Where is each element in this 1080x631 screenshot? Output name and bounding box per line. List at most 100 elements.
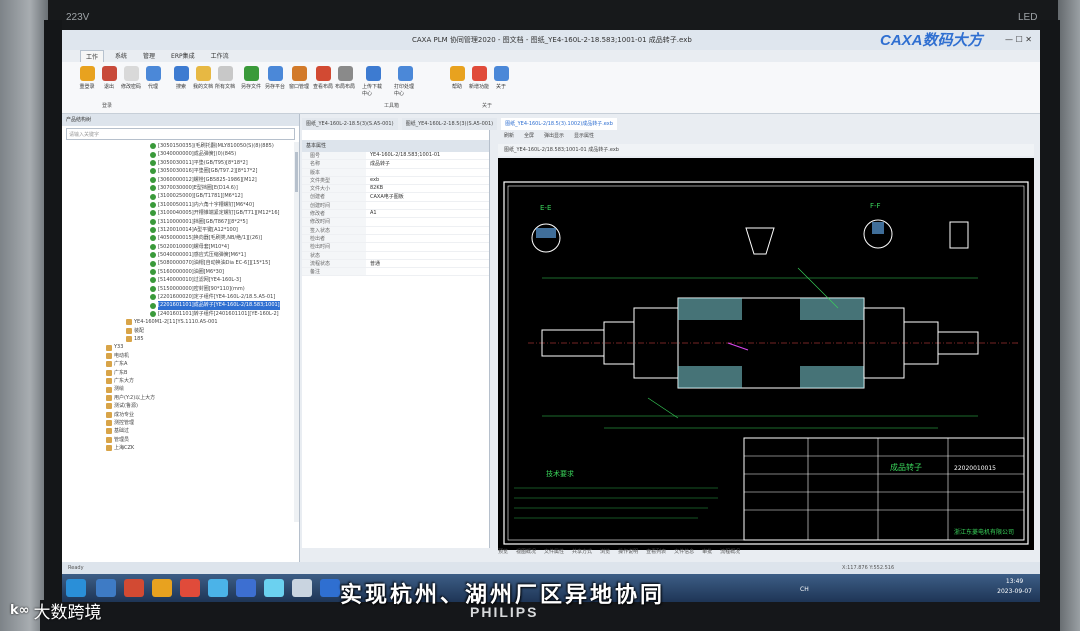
- app-icon[interactable]: [208, 579, 228, 597]
- bottom-tab[interactable]: 共享方式: [572, 548, 592, 560]
- window-controls[interactable]: — ☐ ✕: [1005, 30, 1032, 50]
- tree-node[interactable]: 上海CZK: [62, 444, 299, 452]
- tree-node[interactable]: 测控管理: [62, 419, 299, 427]
- ribbon-button[interactable]: 查看布局: [312, 66, 334, 90]
- folder-icon: [106, 436, 112, 443]
- ribbon-button[interactable]: 我的文档: [192, 66, 214, 90]
- ribbon-button[interactable]: 另存平台: [264, 66, 286, 90]
- bottom-tab[interactable]: 文件信息: [674, 548, 694, 560]
- folder-icon[interactable]: [152, 579, 172, 597]
- tree-node[interactable]: [3100050011]内六角十字槽螺钉[M6*40]: [62, 201, 299, 209]
- ribbon-tab[interactable]: 工作: [80, 50, 105, 62]
- ribbon-button[interactable]: 关于: [490, 66, 512, 90]
- tree-node-label: [3110000001]挡圈[GB/T867][8*2*5]: [158, 218, 248, 225]
- tree-node[interactable]: [5080000070]油帽[自动换油Dia EC-6]][15*15]: [62, 259, 299, 267]
- tree-node[interactable]: 基础过: [62, 427, 299, 435]
- tree-node[interactable]: [3050030011]平垫(GB/T95)[8*18*2]: [62, 159, 299, 167]
- ribbon-tab[interactable]: 系统: [110, 50, 132, 62]
- search-input[interactable]: 请输入关键字: [66, 128, 295, 140]
- tree-node[interactable]: [5160000000]油圈[M6*30]: [62, 268, 299, 276]
- tree-node[interactable]: [3050150035](毛刷托翻)MLY810050(S)(8)(885): [62, 142, 299, 150]
- tree-node[interactable]: [3060000012]螺栓[GB5825-1986][M12]: [62, 176, 299, 184]
- tree-node-label: [5040000001]感应式压缩弹簧[M6*1]: [158, 252, 246, 259]
- app-icon[interactable]: [264, 579, 284, 597]
- start-icon[interactable]: [66, 579, 86, 597]
- word-icon[interactable]: [236, 579, 256, 597]
- bottom-tab[interactable]: 浏览: [600, 548, 610, 560]
- ribbon-button[interactable]: 搜索: [170, 66, 192, 90]
- tree-node[interactable]: 广东B: [62, 369, 299, 377]
- tree-node[interactable]: [3120010014]A型平键[A12*100]: [62, 226, 299, 234]
- tree-node[interactable]: [3110000001]挡圈[GB/T867][8*2*5]: [62, 218, 299, 226]
- lang-indicator[interactable]: CH: [800, 586, 809, 593]
- tree-node[interactable]: 用户(Y:2)以上大方: [62, 394, 299, 402]
- tree-node[interactable]: 185: [62, 335, 299, 343]
- tree-node[interactable]: 电动机: [62, 352, 299, 360]
- ribbon-button[interactable]: 新增功能: [468, 66, 490, 90]
- app-icon[interactable]: [320, 579, 340, 597]
- ribbon-button[interactable]: 布局布局: [334, 66, 356, 90]
- ribbon-tab[interactable]: 管理: [138, 50, 160, 62]
- clock[interactable]: 13:49 2023-09-07: [997, 577, 1032, 597]
- bottom-tab[interactable]: 文件属性: [544, 548, 564, 560]
- tree-node[interactable]: 管理员: [62, 436, 299, 444]
- tree-node[interactable]: [3100025000][GB/T1781][M6*12]: [62, 192, 299, 200]
- detail-view: [745, 227, 775, 255]
- document-tab[interactable]: 图纸_YE4-160L-2-18.5(3)(S.A5-001): [302, 118, 398, 130]
- tree-node[interactable]: 广东A: [62, 360, 299, 368]
- tree-node[interactable]: 测试(鲁源): [62, 402, 299, 410]
- tree-node-label: 用户(Y:2)以上大方: [114, 394, 156, 401]
- tree-node[interactable]: Y33: [62, 343, 299, 351]
- tree-node[interactable]: [5020010000]螺母套[M10*4]: [62, 243, 299, 251]
- tree-node-label: [5150000000]密封圈[90*110](mm): [158, 285, 245, 292]
- tree-node[interactable]: 测绘: [62, 385, 299, 393]
- viewer-file-tab[interactable]: 图纸_YE4-160L-2/18.583;1001-01 成品转子.exb: [498, 144, 1034, 156]
- ribbon-button[interactable]: 代理: [142, 66, 164, 90]
- tree-node[interactable]: 成功专业: [62, 411, 299, 419]
- ribbon-tab[interactable]: 工作流: [206, 50, 234, 62]
- tree-node[interactable]: [3100040005]开槽锥端紧定螺钉[GB/T71][M12*16]: [62, 209, 299, 217]
- browser-icon[interactable]: [96, 579, 116, 597]
- tree-node[interactable]: 广东大方: [62, 377, 299, 385]
- document-tab[interactable]: 图纸_YE4-160L-2/18.5(3).1002)成品转子.exb: [501, 118, 617, 130]
- document-tab[interactable]: 图纸_YE4-160L-2-18.5(3)(S.A5-001): [401, 118, 498, 130]
- ribbon-button[interactable]: 窗口管理: [288, 66, 310, 90]
- tree-node[interactable]: [2201600020]定子组件[YE4-160L-2/18.5.A5-01]: [62, 293, 299, 301]
- bottom-tab[interactable]: 流程概况: [720, 548, 740, 560]
- viewer-tool-button[interactable]: 显示属性: [574, 132, 594, 143]
- ribbon-button[interactable]: 帮助: [446, 66, 468, 90]
- ribbon-button[interactable]: 打印处理中心: [394, 66, 416, 97]
- tree-node[interactable]: [2401601101]转子组件[2401601101][YE-160L-2]: [62, 310, 299, 318]
- ribbon-tab[interactable]: ERP集成: [166, 50, 200, 62]
- viewer-tool-button[interactable]: 刷新: [504, 132, 514, 143]
- bottom-tab[interactable]: 操作说明: [618, 548, 638, 560]
- caxa-task-icon[interactable]: [292, 579, 312, 597]
- ribbon-button[interactable]: 所有文档: [214, 66, 236, 90]
- app-icon[interactable]: [124, 579, 144, 597]
- tree-node[interactable]: [5140000010]过滤网[YE4-160L-3]: [62, 276, 299, 284]
- tree-node[interactable]: [5150000000]密封圈[90*110](mm): [62, 285, 299, 293]
- ribbon-button[interactable]: 修改密码: [120, 66, 142, 90]
- tree-node[interactable]: [4050000015]换向器[毛刷类,NB/绝/1][(26)]: [62, 234, 299, 242]
- tree-node[interactable]: 装配: [62, 327, 299, 335]
- bottom-tab[interactable]: 查看列表: [646, 548, 666, 560]
- tree-scrollbar[interactable]: [294, 142, 299, 522]
- drawing-viewer[interactable]: E-E F-F 技术要求 成品转子 22020010015 浙江东菱电机有限公司: [498, 158, 1034, 550]
- ribbon-button[interactable]: 退出: [98, 66, 120, 90]
- ribbon-button[interactable]: 上传下载中心: [362, 66, 384, 97]
- tree-node[interactable]: [2201601101]成品转子[YE4-160L-2/18.583;1001]: [62, 301, 299, 310]
- tree-node[interactable]: [3070030000]E型挡圈[E(D14.6)]: [62, 184, 299, 192]
- ribbon-button[interactable]: 另存文件: [240, 66, 262, 90]
- tree-node[interactable]: [5040000001]感应式压缩弹簧[M6*1]: [62, 251, 299, 259]
- ribbon-button[interactable]: 重登录: [76, 66, 98, 90]
- bottom-tab[interactable]: 视图概况: [516, 548, 536, 560]
- tree-node[interactable]: YE4-160M1-2[11]YS.1110.A5-001: [62, 318, 299, 326]
- bottom-tab[interactable]: 审批: [702, 548, 712, 560]
- viewer-tool-button[interactable]: 弹出显示: [544, 132, 564, 143]
- tree-node[interactable]: [3040000000]成品弹簧[(0)(845): [62, 150, 299, 158]
- tree-node[interactable]: [3050030016]平垫圈[GB/T97.2][8*17*2]: [62, 167, 299, 175]
- bottom-tab[interactable]: 预览: [498, 548, 508, 560]
- viewer-tool-button[interactable]: 全屏: [524, 132, 534, 143]
- ribbon-button-icon: [243, 66, 259, 81]
- chrome-icon[interactable]: [180, 579, 200, 597]
